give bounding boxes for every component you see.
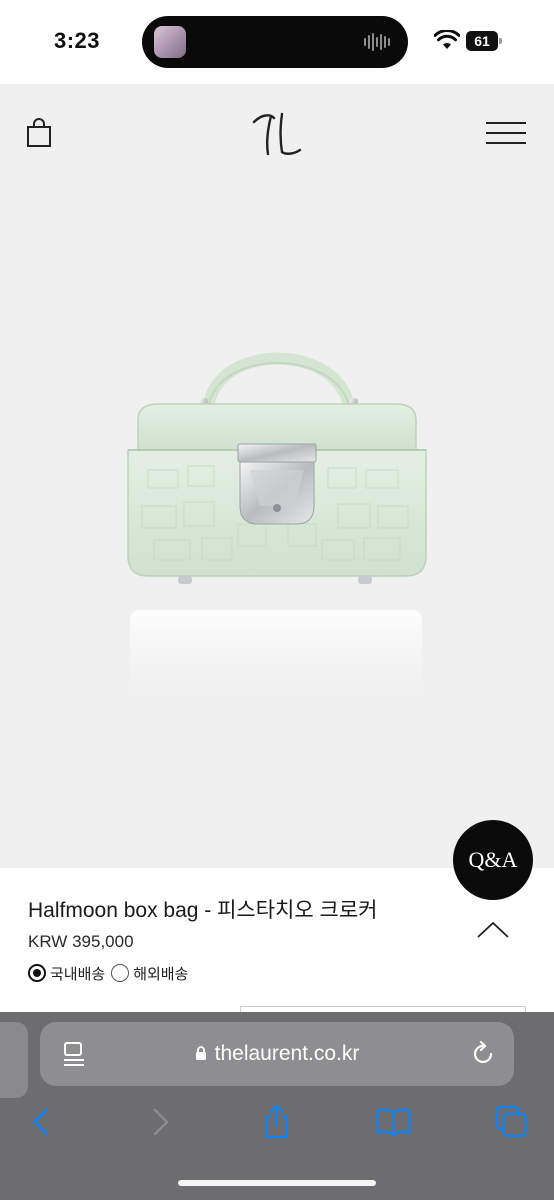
hamburger-menu-icon[interactable] bbox=[486, 122, 526, 144]
back-icon[interactable] bbox=[24, 1104, 60, 1140]
url-display[interactable]: thelaurent.co.kr bbox=[40, 1022, 514, 1086]
address-bar[interactable]: thelaurent.co.kr bbox=[40, 1022, 514, 1086]
battery-level: 61 bbox=[466, 31, 498, 51]
forward-icon[interactable] bbox=[142, 1104, 178, 1140]
domestic-shipping-radio[interactable] bbox=[28, 964, 46, 982]
home-indicator[interactable] bbox=[178, 1180, 376, 1186]
product-image[interactable] bbox=[118, 310, 436, 730]
now-playing-artwork bbox=[154, 26, 186, 58]
audio-waveform-icon bbox=[364, 33, 390, 51]
tabs-icon[interactable] bbox=[494, 1104, 530, 1140]
domestic-shipping-label[interactable]: 국내배송 bbox=[50, 963, 105, 984]
overseas-shipping-radio[interactable] bbox=[111, 964, 130, 982]
qa-button[interactable]: Q&A bbox=[453, 820, 533, 900]
product-hero bbox=[0, 84, 554, 868]
status-time: 3:23 bbox=[54, 28, 101, 53]
dynamic-island[interactable] bbox=[142, 16, 408, 68]
previous-tab-preview[interactable] bbox=[0, 1022, 28, 1098]
shipping-options: 국내배송 해외배송 bbox=[28, 962, 194, 984]
battery-indicator: 61 bbox=[466, 31, 502, 51]
chevron-up-icon[interactable] bbox=[476, 920, 510, 940]
brand-logo[interactable] bbox=[252, 110, 302, 158]
shopping-bag-icon[interactable] bbox=[26, 118, 52, 148]
browser-toolbar: thelaurent.co.kr bbox=[0, 1012, 554, 1200]
site-header bbox=[0, 84, 554, 184]
status-bar: 3:23 61 bbox=[0, 0, 554, 84]
product-price: KRW 395,000 bbox=[28, 932, 134, 951]
bookmarks-icon[interactable] bbox=[376, 1104, 412, 1140]
battery-cap bbox=[499, 38, 502, 44]
share-icon[interactable] bbox=[259, 1104, 295, 1140]
wifi-icon bbox=[434, 30, 460, 49]
url-text: thelaurent.co.kr bbox=[214, 1042, 360, 1065]
product-title: Halfmoon box bag - 피스타치오 크로커 bbox=[28, 899, 378, 922]
reload-icon[interactable] bbox=[470, 1041, 496, 1067]
safari-bottom-toolbar bbox=[0, 1096, 554, 1148]
overseas-shipping-label[interactable]: 해외배송 bbox=[133, 963, 188, 984]
lock-icon bbox=[195, 1046, 206, 1060]
